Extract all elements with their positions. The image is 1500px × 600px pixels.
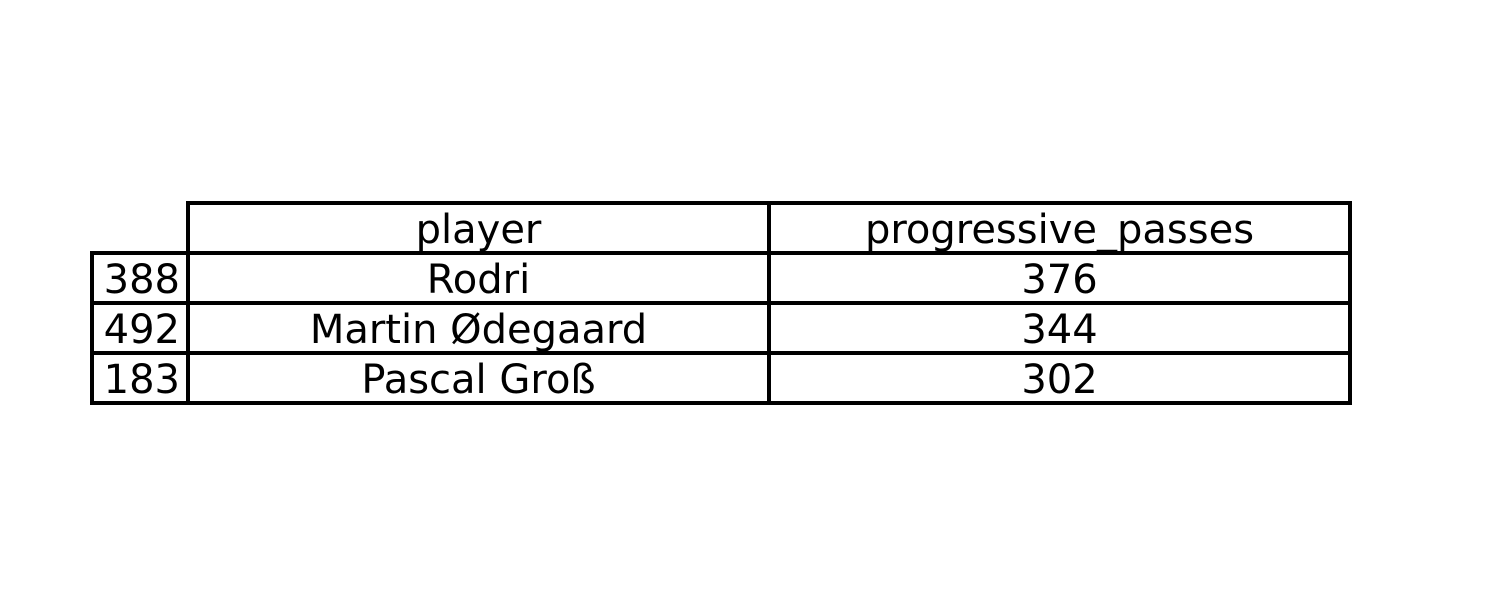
player-name-cell: Pascal Groß — [361, 357, 595, 403]
column-header-progressive-passes: progressive_passes — [865, 207, 1254, 253]
progressive-passes-value-cell: 344 — [1021, 307, 1097, 353]
data-table: player progressive_passes 388 Rodri 376 492 Ma… — [90, 201, 1352, 405]
progressive-passes-value-cell: 376 — [1021, 257, 1097, 303]
row-index-label: 183 — [104, 357, 180, 403]
player-name-cell: Martin Ødegaard — [310, 307, 647, 353]
player-name-cell: Rodri — [427, 257, 530, 303]
row-index-label: 388 — [104, 257, 180, 303]
row-index-label: 492 — [104, 307, 180, 353]
column-header-player: player — [416, 207, 542, 253]
progressive-passes-value-cell: 302 — [1021, 357, 1097, 403]
